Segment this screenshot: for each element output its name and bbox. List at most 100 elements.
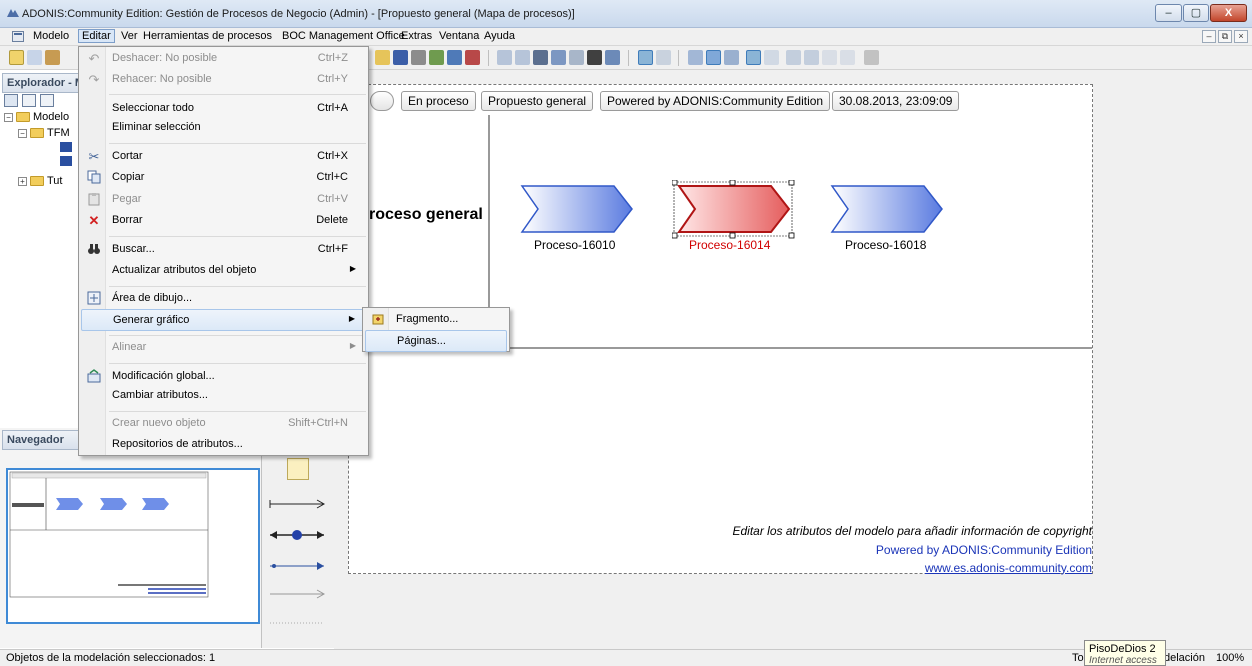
- collapse-icon[interactable]: −: [18, 128, 27, 138]
- tree-node-tut[interactable]: + Tut: [18, 175, 63, 187]
- paste-icon: [86, 192, 102, 208]
- menu-item-generar-grafico[interactable]: Generar gráfico ▶: [81, 309, 366, 331]
- explorer-view-icon[interactable]: [4, 94, 18, 107]
- modeling-mode-icon[interactable]: [9, 50, 24, 65]
- close-button[interactable]: X: [1210, 4, 1247, 22]
- mdi-close-button[interactable]: ×: [1234, 30, 1248, 43]
- copyright-note: Editar los atributos del modelo para aña…: [732, 524, 1092, 538]
- menu-ventana[interactable]: Ventana: [436, 30, 482, 42]
- menu-item-alinear[interactable]: Alinear ▶: [81, 337, 366, 359]
- menu-item-borrar[interactable]: ✕ Borrar Delete: [81, 210, 366, 232]
- minimize-button[interactable]: –: [1155, 4, 1182, 22]
- distribute-icon[interactable]: [822, 50, 837, 65]
- grid-toggle-icon[interactable]: [638, 50, 653, 65]
- assignment-connector-icon[interactable]: [269, 588, 327, 600]
- settings-icon[interactable]: [864, 50, 879, 65]
- zoom-select-icon[interactable]: [724, 50, 739, 65]
- collapse-icon[interactable]: −: [4, 112, 13, 122]
- layout-icon[interactable]: [786, 50, 801, 65]
- tree-node-modelo[interactable]: − Modelo: [4, 111, 69, 123]
- header-cell-status: En proceso: [401, 91, 476, 111]
- menu-item-crear-nuevo-objeto[interactable]: Crear nuevo objeto Shift+Ctrl+N: [81, 413, 366, 435]
- fragment-icon: [370, 312, 386, 328]
- explorer-list-icon[interactable]: [22, 94, 36, 107]
- align-icon[interactable]: [804, 50, 819, 65]
- copy-tool-icon[interactable]: [551, 50, 566, 65]
- header-cell-powered: Powered by ADONIS:Community Edition: [600, 91, 831, 111]
- mdi-restore-button[interactable]: ⧉: [1218, 30, 1232, 43]
- open-folder-icon[interactable]: [375, 50, 390, 65]
- menu-item-actualizar-atributos[interactable]: Actualizar atributos del objeto ▶: [81, 260, 366, 282]
- swimlane-icon[interactable]: [764, 50, 779, 65]
- model-file-icon[interactable]: [60, 142, 72, 152]
- print-icon[interactable]: [411, 50, 426, 65]
- menu-modelo[interactable]: Modelo: [30, 30, 72, 42]
- find-tool-icon[interactable]: [587, 50, 602, 65]
- navigator-thumbnail[interactable]: [6, 468, 260, 624]
- menu-item-cortar[interactable]: ✂ Cortar Ctrl+X: [81, 146, 366, 168]
- menu-boc-management-office[interactable]: BOC Management Office: [279, 30, 408, 42]
- menu-herramientas-procesos[interactable]: Herramientas de procesos: [140, 30, 275, 42]
- menu-item-cambiar-atributos[interactable]: Cambiar atributos...: [81, 385, 366, 407]
- analysis-tool-icon[interactable]: [45, 50, 60, 65]
- process-shape-16010[interactable]: [518, 182, 638, 240]
- menu-item-buscar[interactable]: Buscar... Ctrl+F: [81, 239, 366, 261]
- maximize-button[interactable]: ▢: [1183, 4, 1209, 22]
- snap-icon[interactable]: [746, 50, 761, 65]
- menu-extras[interactable]: Extras: [398, 30, 435, 42]
- menu-item-deshacer[interactable]: ↶ Deshacer: No posible Ctrl+Z: [81, 48, 366, 70]
- binoculars-icon: [86, 242, 102, 258]
- link-connector-icon[interactable]: [269, 560, 327, 572]
- zoom-fit-icon[interactable]: [706, 50, 721, 65]
- more-connectors-icon[interactable]: [269, 620, 327, 626]
- tree-node-tfm[interactable]: − TFM: [18, 127, 70, 139]
- menu-item-label: Rehacer: No posible: [112, 73, 212, 85]
- process-label-16014: Proceso-16014: [689, 238, 771, 252]
- explorer-hierarchy-icon[interactable]: [40, 94, 54, 107]
- menu-item-eliminar-seleccion[interactable]: Eliminar selección: [81, 117, 366, 139]
- global-modify-icon: [86, 369, 102, 385]
- tool-icon[interactable]: [465, 50, 480, 65]
- mdi-minimize-button[interactable]: –: [1202, 30, 1216, 43]
- menu-ver[interactable]: Ver: [118, 30, 141, 42]
- submenu-item-label: Fragmento...: [396, 313, 459, 325]
- object-palette: [262, 448, 334, 648]
- export-icon[interactable]: [429, 50, 444, 65]
- menu-editar[interactable]: Editar: [78, 29, 115, 43]
- drawing-area-tool-icon[interactable]: [605, 50, 620, 65]
- submenu-item-fragmento[interactable]: Fragmento...: [365, 309, 507, 331]
- process-shape-16014-selected[interactable]: [672, 180, 798, 240]
- menu-ayuda[interactable]: Ayuda: [481, 30, 518, 42]
- folder-icon: [16, 112, 30, 123]
- undo-tool-icon[interactable]: [497, 50, 512, 65]
- menu-item-copiar[interactable]: Copiar Ctrl+C: [81, 167, 366, 189]
- center-icon[interactable]: [840, 50, 855, 65]
- zoom-icon[interactable]: [688, 50, 703, 65]
- cut-tool-icon[interactable]: [533, 50, 548, 65]
- menu-item-label: Alinear: [112, 341, 147, 353]
- menu-item-rehacer[interactable]: ↷ Rehacer: No posible Ctrl+Y: [81, 69, 366, 91]
- save-icon[interactable]: [393, 50, 408, 65]
- editar-dropdown-menu: ↶ Deshacer: No posible Ctrl+Z ↷ Rehacer:…: [78, 46, 369, 456]
- menu-item-area-dibujo[interactable]: Área de dibujo...: [81, 288, 366, 310]
- menu-item-label: Seleccionar todo: [112, 102, 194, 114]
- subsequent-connector-icon[interactable]: [269, 498, 327, 510]
- submenu-item-paginas[interactable]: Páginas...: [365, 330, 507, 352]
- process-shape-16018[interactable]: [828, 182, 948, 240]
- model-file-icon[interactable]: [60, 156, 72, 166]
- expand-icon[interactable]: +: [18, 176, 27, 186]
- redo-tool-icon[interactable]: [515, 50, 530, 65]
- menu-item-repositorios-atributos[interactable]: Repositorios de atributos...: [81, 434, 366, 456]
- model-info-icon[interactable]: [447, 50, 462, 65]
- paste-tool-icon[interactable]: [569, 50, 584, 65]
- menu-item-pegar[interactable]: Pegar Ctrl+V: [81, 189, 366, 211]
- menu-item-label: Actualizar atributos del objeto: [112, 264, 257, 276]
- menu-item-shortcut: Ctrl+X: [317, 150, 348, 162]
- community-link[interactable]: www.es.adonis-community.com: [700, 561, 1092, 575]
- note-object-icon[interactable]: [287, 458, 309, 480]
- table-view-icon[interactable]: [656, 50, 671, 65]
- relation-connector-icon[interactable]: [269, 528, 327, 542]
- toolbar-separator: [628, 50, 629, 66]
- explorer-tool-icon[interactable]: [27, 50, 42, 65]
- document-menu-icon[interactable]: [12, 31, 24, 42]
